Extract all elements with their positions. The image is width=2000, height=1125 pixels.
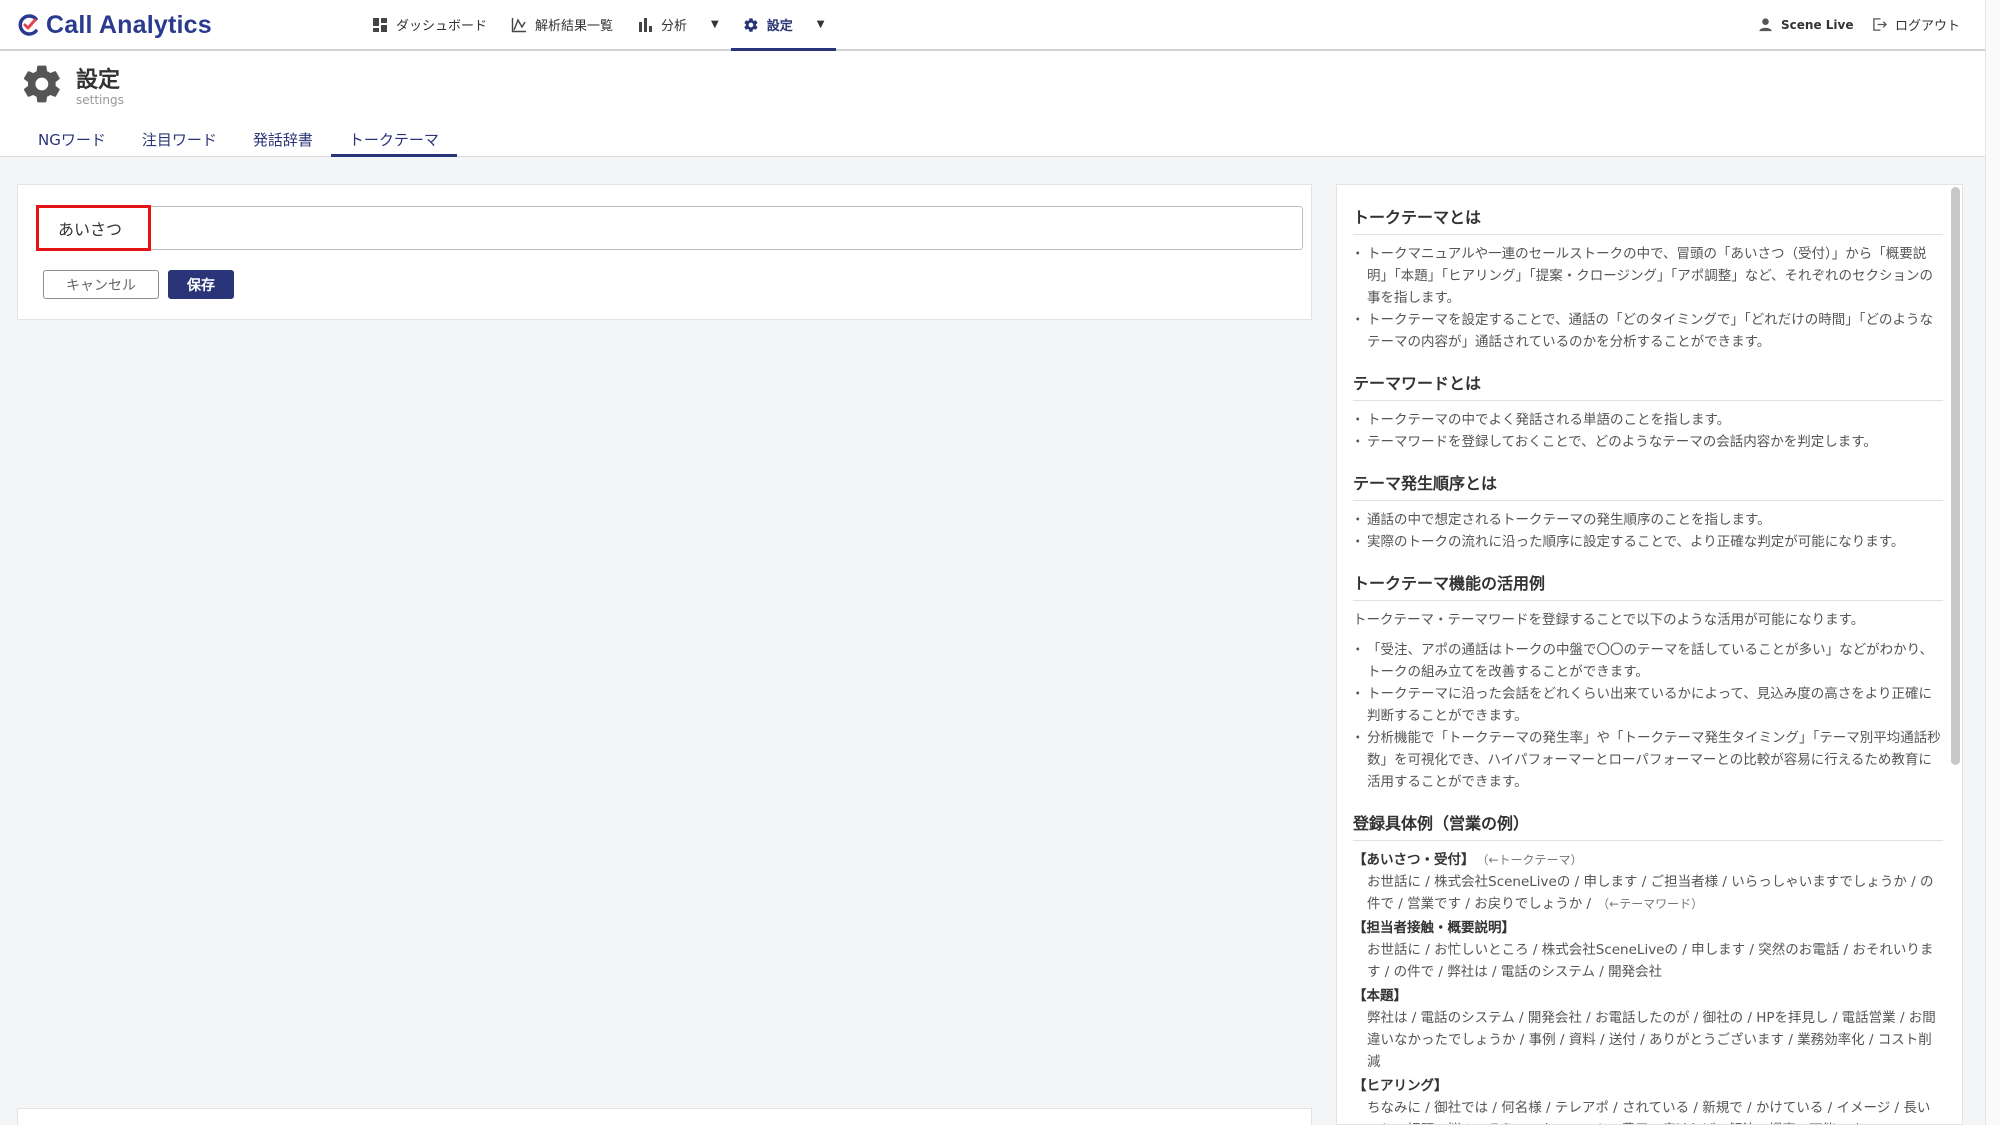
list-card [17, 1108, 1312, 1125]
help-section-theme-word: テーマワードとは トークテーマの中でよく発話される単語のことを指します。 テーマ… [1351, 361, 1943, 453]
example-words: お世話に / お忙しいところ / 株式会社SceneLiveの / 申します /… [1367, 942, 1934, 980]
chevron-down-icon[interactable]: ▼ [817, 19, 825, 30]
bar-chart-icon [639, 17, 653, 32]
example-note: （←テーマワード） [1597, 897, 1704, 911]
help-list: 「受注、アポの通話はトークの中盤で〇〇のテーマを話していることが多い」などがわか… [1351, 639, 1943, 793]
nav-analysis-results[interactable]: 解析結果一覧 [499, 0, 625, 49]
page-subtitle: settings [76, 93, 124, 107]
tab-speech-dictionary[interactable]: 発話辞書 [235, 122, 331, 157]
talk-theme-form: あいさつ キャンセル 保存 [17, 184, 1312, 320]
brand-logo[interactable]: Call Analytics [16, 9, 212, 41]
list-item: トークマニュアルや一連のセールストークの中で、冒頭の「あいさつ（受付）」から「概… [1351, 243, 1943, 309]
talk-theme-name-value: あいさつ [58, 220, 123, 239]
list-item: トークテーマに沿った会話をどれくらい出来ているかによって、見込み度の高さをより正… [1351, 683, 1943, 727]
cancel-button[interactable]: キャンセル [43, 270, 159, 299]
help-intro: トークテーマ・テーマワードを登録することで以下のような活用が可能になります。 [1353, 612, 1865, 628]
example-note: （←トークテーマ） [1482, 853, 1583, 867]
logout-label: ログアウト [1895, 19, 1961, 34]
settings-tabs: NGワード 注目ワード 発話辞書 トークテーマ [20, 122, 457, 157]
example-heading: 【担当者接触・概要説明】 [1353, 920, 1515, 936]
help-content: トークテーマとは トークマニュアルや一連のセールストークの中で、冒頭の「あいさつ… [1351, 195, 1943, 1124]
dashboard-icon [373, 17, 387, 32]
example-heading: 【あいさつ・受付】 （←トークテーマ） [1353, 849, 1943, 871]
user-name: Scene Live [1781, 17, 1854, 32]
example-words: 弊社は / 電話のシステム / 開発会社 / お電話したのが / 御社の / H… [1367, 1010, 1936, 1070]
help-section-title: テーマワードとは [1353, 361, 1943, 401]
user-menu[interactable]: Scene Live [1758, 0, 1853, 49]
tab-focus-words[interactable]: 注目ワード [124, 122, 235, 157]
list-item: トークテーマの中でよく発話される単語のことを指します。 [1351, 409, 1943, 431]
main-nav: ダッシュボード 解析結果一覧 分析 ▼ 設定 ▼ [360, 0, 837, 51]
example-heading: 【本題】 [1353, 988, 1407, 1004]
window-scrollbar[interactable] [1985, 0, 2000, 1125]
tab-ng-words[interactable]: NGワード [20, 122, 124, 157]
nav-dashboard[interactable]: ダッシュボード [360, 0, 499, 49]
gear-icon [744, 17, 758, 32]
help-section-title: 登録具体例（営業の例） [1353, 801, 1943, 841]
list-item: 分析機能で「トークテーマの発生率」や「トークテーマ発生タイミング」「テーマ別平均… [1351, 727, 1943, 793]
help-section-theme-order: テーマ発生順序とは 通話の中で想定されるトークテーマの発生順序のことを指します。… [1351, 461, 1943, 553]
top-navigation-bar: Call Analytics ダッシュボード 解析結果一覧 分析 ▼ 設定 ▼ … [0, 0, 1985, 51]
help-section-title: トークテーマ機能の活用例 [1353, 561, 1943, 601]
help-panel: トークテーマとは トークマニュアルや一連のセールストークの中で、冒頭の「あいさつ… [1336, 184, 1963, 1125]
tab-talk-theme[interactable]: トークテーマ [330, 122, 457, 157]
save-button[interactable]: 保存 [168, 270, 234, 299]
logout-link[interactable]: ログアウト [1872, 0, 1960, 49]
nav-dashboard-label: ダッシュボード [396, 19, 488, 34]
page-header: 設定 settings NGワード 注目ワード 発話辞書 トークテーマ [0, 51, 1985, 157]
help-section-examples: 登録具体例（営業の例） 【あいさつ・受付】 （←トークテーマ） お世話に / 株式… [1353, 801, 1943, 1124]
help-section-talk-theme: トークテーマとは トークマニュアルや一連のセールストークの中で、冒頭の「あいさつ… [1351, 195, 1943, 353]
help-list: 通話の中で想定されるトークテーマの発生順序のことを指します。 実際のトークの流れ… [1351, 509, 1943, 553]
nav-analysis-results-label: 解析結果一覧 [535, 19, 614, 34]
chart-line-icon [511, 17, 527, 32]
example-words: お世話に / 株式会社SceneLiveの / 申します / ご担当者様 / い… [1353, 871, 1943, 915]
example-words: ちなみに / 御社では / 何名様 / テレアポ / されている / 新規で /… [1367, 1100, 1931, 1124]
list-item: 実際のトークの流れに沿った順序に設定することで、より正確な判定が可能になります。 [1351, 531, 1943, 553]
list-item: 「受注、アポの通話はトークの中盤で〇〇のテーマを話していることが多い」などがわか… [1351, 639, 1943, 683]
list-item: トークテーマを設定することで、通話の「どのタイミングで」「どれだけの時間」「どの… [1351, 309, 1943, 353]
chevron-down-icon[interactable]: ▼ [711, 19, 719, 30]
nav-analytics-label: 分析 [661, 19, 688, 34]
page-title: 設定 [76, 68, 121, 93]
brand-name: Call Analytics [46, 10, 212, 39]
example-heading: 【ヒアリング】 [1353, 1078, 1448, 1094]
settings-gear-icon [23, 65, 60, 103]
help-panel-scrollbar[interactable] [1951, 187, 1960, 765]
help-section-title: トークテーマとは [1353, 195, 1943, 235]
example-theme-name: 【あいさつ・受付】 [1353, 852, 1475, 868]
nav-settings[interactable]: 設定 ▼ [730, 0, 837, 51]
help-section-use-cases: トークテーマ機能の活用例 トークテーマ・テーマワードを登録することで以下のような… [1351, 561, 1943, 793]
nav-settings-label: 設定 [766, 19, 793, 34]
nav-analytics[interactable]: 分析 ▼ [625, 0, 731, 49]
logout-icon [1873, 18, 1887, 31]
list-item: テーマワードを登録しておくことで、どのようなテーマの会話内容かを判定します。 [1351, 431, 1943, 453]
user-icon [1759, 18, 1772, 32]
help-list: トークマニュアルや一連のセールストークの中で、冒頭の「あいさつ（受付）」から「概… [1351, 243, 1943, 353]
call-analytics-logo-icon [18, 14, 38, 36]
list-item: 通話の中で想定されるトークテーマの発生順序のことを指します。 [1351, 509, 1943, 531]
help-list: トークテーマの中でよく発話される単語のことを指します。 テーマワードを登録してお… [1351, 409, 1943, 453]
talk-theme-name-input[interactable] [37, 206, 1303, 250]
help-section-title: テーマ発生順序とは [1353, 461, 1943, 501]
